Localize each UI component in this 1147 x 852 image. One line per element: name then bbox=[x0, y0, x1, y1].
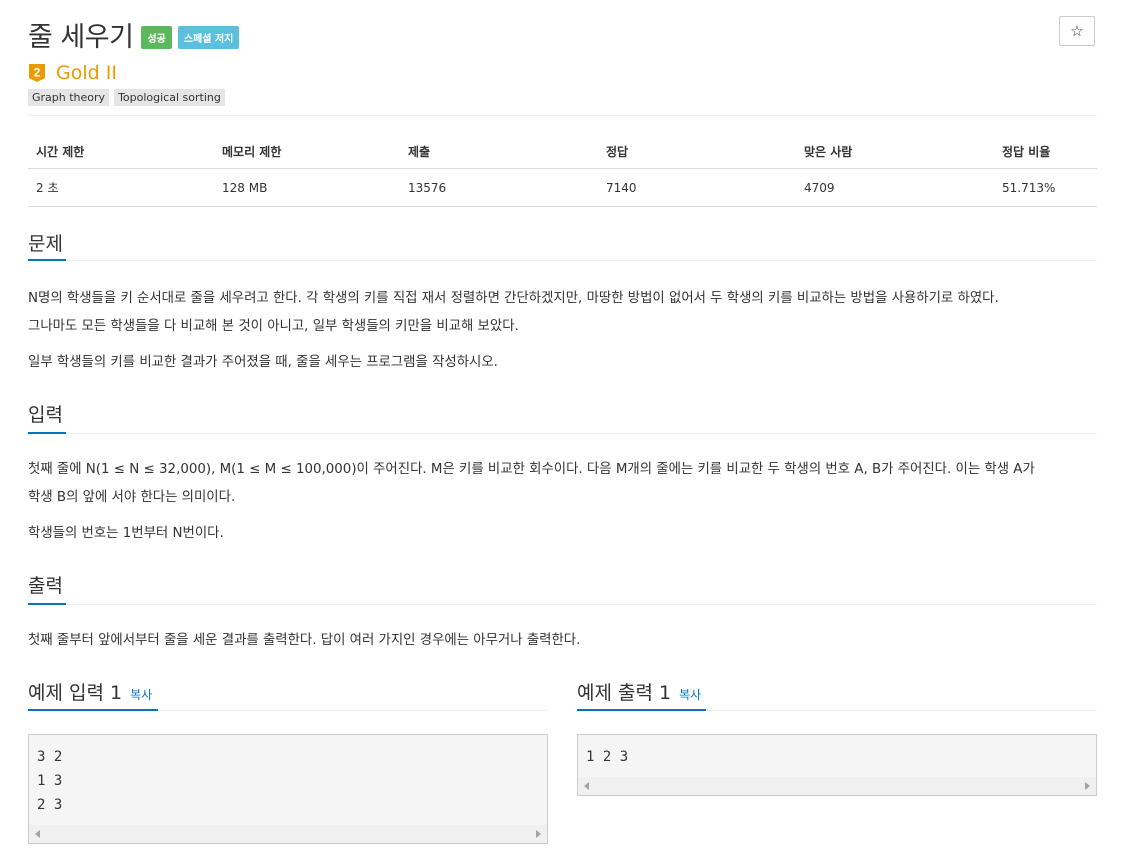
output-heading: 출력 bbox=[28, 575, 63, 597]
tag-topological-sorting[interactable]: Topological sorting bbox=[114, 89, 225, 106]
description-heading: 문제 bbox=[28, 233, 63, 255]
accepted-value: 7140 bbox=[598, 168, 796, 207]
input-heading: 입력 bbox=[28, 404, 63, 426]
output-line: 첫째 줄부터 앞에서부터 줄을 세운 결과를 출력한다. 답이 여러 가지인 경… bbox=[28, 633, 581, 648]
scroll-right-icon[interactable] bbox=[1085, 782, 1090, 790]
description-line: 그나마도 모든 학생들을 다 비교해 본 것이 아니고, 일부 학생들의 키만을… bbox=[28, 319, 519, 334]
solvers-value: 4709 bbox=[796, 168, 994, 207]
header-submissions: 제출 bbox=[400, 138, 598, 169]
description-line: N명의 학생들을 키 순서대로 줄을 세우려고 한다. 각 학생의 키를 직접 … bbox=[28, 291, 999, 306]
problem-title: 줄 세우기 bbox=[28, 21, 134, 53]
sample-input-heading-row: 예제 입력 1 복사 bbox=[28, 678, 152, 705]
input-text: 첫째 줄에 N(1 ≤ N ≤ 32,000), M(1 ≤ M ≤ 100,0… bbox=[28, 456, 1097, 548]
sample-output-line: 1 2 3 bbox=[586, 749, 629, 765]
title-row: 줄 세우기 성공 스페셜 저지 bbox=[28, 14, 240, 54]
star-icon: ☆ bbox=[1070, 22, 1084, 40]
problem-info-table: 시간 제한 메모리 제한 제출 정답 맞은 사람 정답 비율 2 초 128 M… bbox=[28, 138, 1097, 207]
input-line: 학생 B의 앞에 서야 한다는 의미이다. bbox=[28, 490, 236, 505]
gold-tier-icon: 2 bbox=[28, 63, 46, 83]
scroll-right-icon[interactable] bbox=[536, 830, 541, 838]
sample-input-box[interactable]: 3 2 1 3 2 3 bbox=[28, 734, 548, 844]
section-underline bbox=[28, 603, 66, 605]
info-row: 2 초 128 MB 13576 7140 4709 51.713% bbox=[28, 168, 1097, 207]
section-divider bbox=[28, 604, 1097, 605]
tag-list: Graph theory Topological sorting bbox=[28, 89, 225, 106]
sample-output-heading: 예제 출력 1 bbox=[577, 682, 672, 704]
copy-sample-output-button[interactable]: 복사 bbox=[679, 686, 701, 703]
section-underline bbox=[28, 259, 66, 261]
sample-output-heading-row: 예제 출력 1 복사 bbox=[577, 678, 701, 705]
tier-row: 2 Gold II bbox=[28, 62, 117, 84]
header-accept-ratio: 정답 비율 bbox=[994, 138, 1097, 169]
section-underline bbox=[28, 709, 158, 711]
sample-output-content: 1 2 3 bbox=[578, 735, 1096, 769]
copy-sample-input-button[interactable]: 복사 bbox=[130, 686, 152, 703]
tier-number: 2 bbox=[34, 66, 41, 80]
section-underline bbox=[577, 709, 706, 711]
special-judge-badge: 스페셜 저지 bbox=[177, 25, 240, 49]
header-accepted: 정답 bbox=[598, 138, 796, 169]
input-line: 첫째 줄에 N(1 ≤ N ≤ 32,000), M(1 ≤ M ≤ 100,0… bbox=[28, 462, 1035, 477]
submissions-value: 13576 bbox=[400, 168, 598, 207]
divider bbox=[28, 115, 1097, 116]
horizontal-scrollbar[interactable] bbox=[29, 825, 547, 843]
sample-input-heading: 예제 입력 1 bbox=[28, 682, 123, 704]
favorite-button[interactable]: ☆ bbox=[1059, 16, 1095, 46]
header-time-limit: 시간 제한 bbox=[28, 138, 214, 169]
sample-input-line: 2 3 bbox=[37, 797, 63, 813]
sample-input-line: 3 2 bbox=[37, 749, 63, 765]
header-memory-limit: 메모리 제한 bbox=[214, 138, 400, 169]
memory-limit-value: 128 MB bbox=[214, 168, 400, 207]
info-header-row: 시간 제한 메모리 제한 제출 정답 맞은 사람 정답 비율 bbox=[28, 138, 1097, 169]
description-text: N명의 학생들을 키 순서대로 줄을 세우려고 한다. 각 학생의 키를 직접 … bbox=[28, 285, 1097, 377]
sample-input-line: 1 3 bbox=[37, 773, 63, 789]
input-line: 학생들의 번호는 1번부터 N번이다. bbox=[28, 526, 224, 541]
sample-output-box[interactable]: 1 2 3 bbox=[577, 734, 1097, 796]
scroll-left-icon[interactable] bbox=[584, 782, 589, 790]
sample-input-content: 3 2 1 3 2 3 bbox=[29, 735, 547, 817]
accept-ratio-value: 51.713% bbox=[994, 168, 1097, 207]
tag-graph-theory[interactable]: Graph theory bbox=[28, 89, 110, 106]
horizontal-scrollbar[interactable] bbox=[578, 777, 1096, 795]
section-divider bbox=[28, 433, 1097, 434]
success-badge: 성공 bbox=[141, 25, 172, 49]
header-solvers: 맞은 사람 bbox=[796, 138, 994, 169]
scroll-left-icon[interactable] bbox=[35, 830, 40, 838]
section-divider bbox=[28, 260, 1097, 261]
output-text: 첫째 줄부터 앞에서부터 줄을 세운 결과를 출력한다. 답이 여러 가지인 경… bbox=[28, 627, 1097, 655]
tier-label[interactable]: Gold II bbox=[56, 62, 117, 84]
description-line: 일부 학생들의 키를 비교한 결과가 주어졌을 때, 줄을 세우는 프로그램을 … bbox=[28, 355, 498, 370]
section-underline bbox=[28, 432, 66, 434]
time-limit-value: 2 초 bbox=[28, 168, 214, 207]
